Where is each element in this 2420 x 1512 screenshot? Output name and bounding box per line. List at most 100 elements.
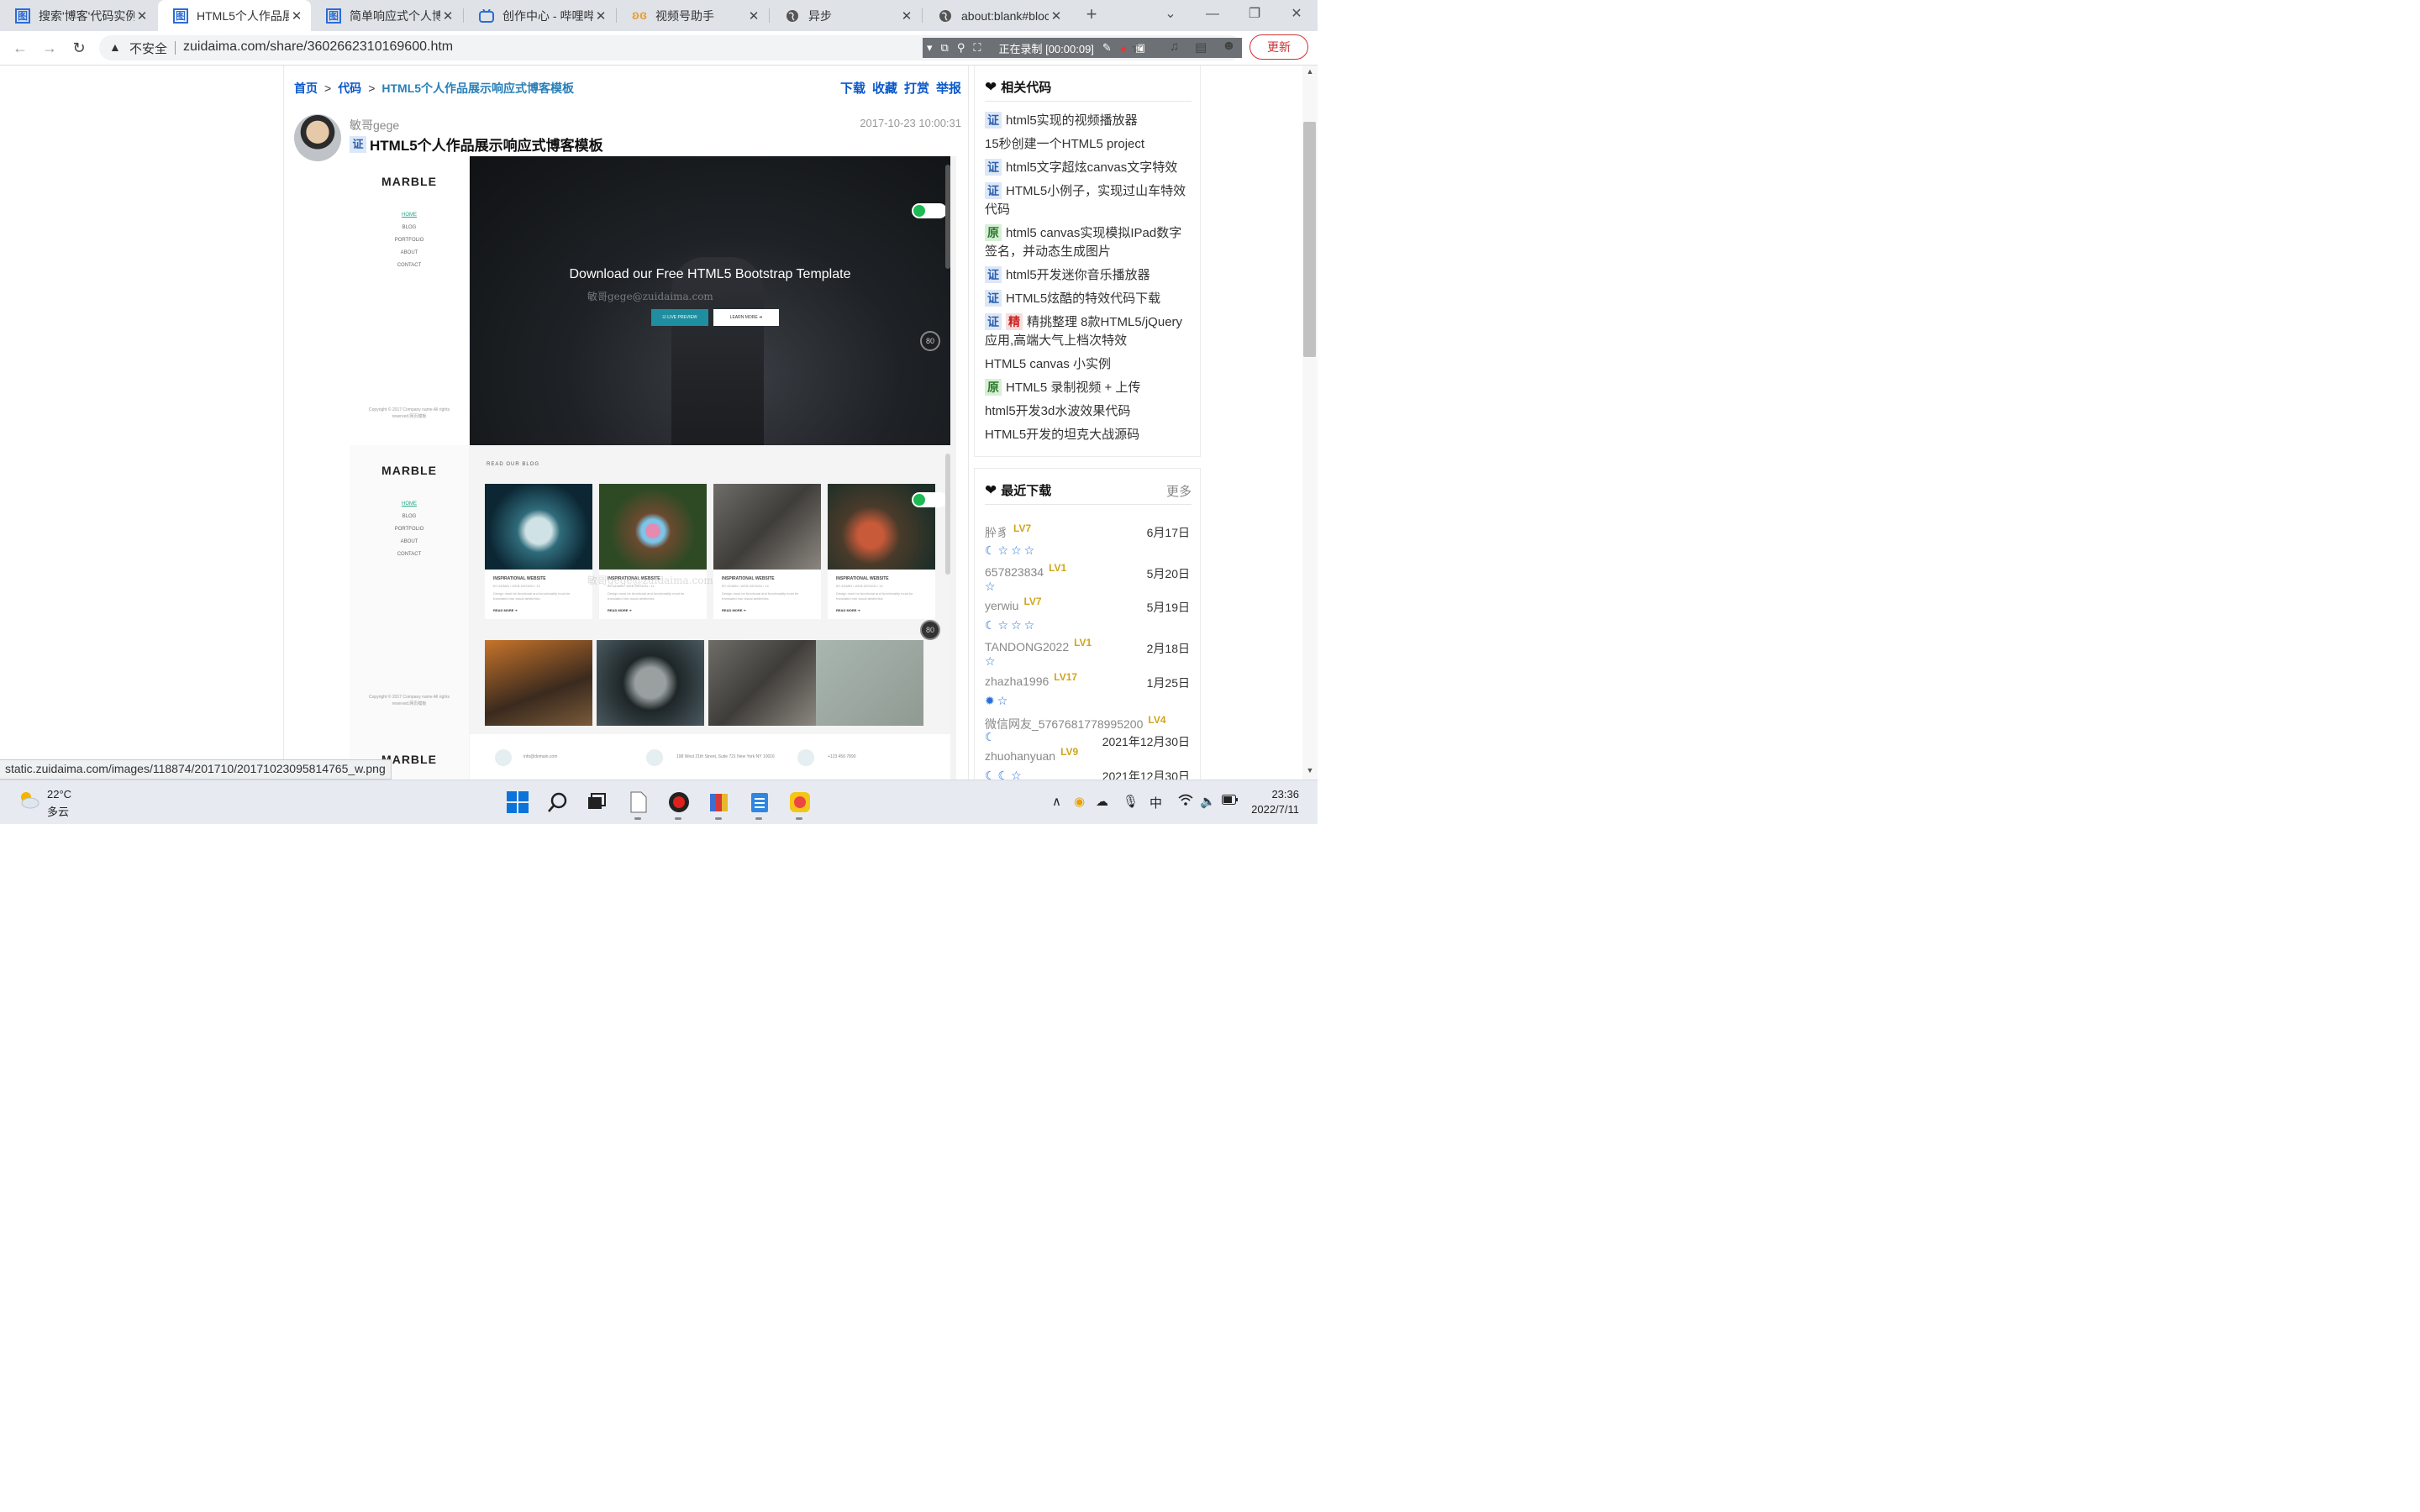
cloud-icon[interactable]: ☁ bbox=[1096, 794, 1108, 809]
related-item[interactable]: html5开发3d水波效果代码 bbox=[985, 402, 1193, 421]
related-item[interactable]: 证精精挑整理 8款HTML5/jQuery应用,高端大气上档次特效 bbox=[985, 313, 1193, 350]
scroll-up-icon[interactable]: ▲ bbox=[1302, 67, 1318, 76]
related-item-text[interactable]: html5实现的视频播放器 bbox=[1006, 113, 1138, 128]
related-item-text[interactable]: HTML5 canvas 小实例 bbox=[985, 357, 1111, 371]
weather-cloudy-icon[interactable] bbox=[17, 789, 40, 811]
related-item[interactable]: 证 html5文字超炫canvas文字特效 bbox=[985, 159, 1193, 177]
download-link[interactable]: 下载 bbox=[840, 81, 865, 96]
download-user[interactable]: 微信网友_5767681778995200 LV4 bbox=[985, 714, 1166, 732]
related-item-text[interactable]: HTML5 录制视频 + 上传 bbox=[1006, 381, 1140, 395]
tab-bilibili[interactable]: 创作中心 - 哔哩哔哩 ✕ bbox=[464, 0, 615, 31]
close-icon[interactable]: ✕ bbox=[593, 8, 608, 24]
search-icon[interactable]: ⚲ bbox=[957, 41, 965, 55]
copy-icon[interactable]: ⧉ bbox=[941, 41, 949, 55]
related-item-text[interactable]: html5开发3d水波效果代码 bbox=[985, 404, 1130, 418]
battery-icon[interactable] bbox=[1222, 794, 1239, 808]
related-item-text[interactable]: html5文字超炫canvas文字特效 bbox=[1006, 160, 1177, 175]
music-icon[interactable]: ♫ bbox=[1170, 39, 1179, 54]
close-icon[interactable]: ✕ bbox=[134, 8, 150, 24]
download-user[interactable]: zhazha1996 LV17 bbox=[985, 671, 1077, 688]
download-user[interactable]: 657823834 LV1 bbox=[985, 562, 1066, 579]
related-item[interactable]: 证 HTML5小例子，实现过山车特效代码 bbox=[985, 182, 1193, 219]
download-user[interactable]: zhuohanyuan LV9 bbox=[985, 746, 1078, 763]
minimize-icon[interactable]: — bbox=[1192, 0, 1234, 31]
related-item-text[interactable]: 15秒创建一个HTML5 project bbox=[985, 137, 1144, 151]
notepad-icon[interactable] bbox=[746, 789, 773, 816]
related-item[interactable]: 15秒创建一个HTML5 project bbox=[985, 135, 1193, 154]
related-item-text[interactable]: HTML5炫酷的特效代码下载 bbox=[1006, 291, 1160, 306]
tab-about-blank[interactable]: about:blank#bloc ✕ bbox=[923, 0, 1071, 31]
chevron-down-icon[interactable]: ⌄ bbox=[1150, 0, 1192, 31]
task-view-icon[interactable] bbox=[583, 789, 610, 816]
page-scrollbar-thumb[interactable] bbox=[1303, 122, 1316, 357]
download-user-name[interactable]: 肸豸 bbox=[985, 526, 1008, 539]
record-app-icon[interactable] bbox=[666, 789, 692, 816]
dropdown-icon[interactable]: ▾ bbox=[927, 41, 933, 55]
input-method-indicator[interactable]: 中 bbox=[1150, 794, 1162, 811]
wifi-icon[interactable] bbox=[1178, 794, 1193, 809]
update-button[interactable]: 更新 bbox=[1249, 34, 1308, 60]
url-text[interactable]: zuidaima.com/share/3602662310169600.htm bbox=[183, 39, 453, 55]
reload-icon[interactable]: ↻ bbox=[69, 38, 89, 58]
back-arrow-icon[interactable]: ← bbox=[10, 38, 30, 58]
windows-start-icon[interactable] bbox=[504, 789, 531, 816]
download-user-name[interactable]: 657823834 bbox=[985, 565, 1044, 579]
download-user-name[interactable]: 微信网友_5767681778995200 bbox=[985, 717, 1143, 731]
more-link[interactable]: 更多 bbox=[1166, 482, 1192, 500]
download-user[interactable]: 肸豸 LV7 bbox=[985, 522, 1031, 541]
file-icon[interactable] bbox=[625, 789, 652, 816]
restore-icon[interactable]: ❐ bbox=[1234, 0, 1276, 31]
tab-video-assistant[interactable]: ʚɞ 视频号助手 ✕ bbox=[617, 0, 768, 31]
scroll-down-icon[interactable]: ▼ bbox=[1302, 766, 1318, 774]
tray-app-icon[interactable]: ◉ bbox=[1074, 794, 1085, 809]
related-item[interactable]: 原 HTML5 录制视频 + 上传 bbox=[985, 379, 1193, 397]
omnibox[interactable]: ▲ 不安全 zuidaima.com/share/360266231016960… bbox=[99, 35, 1242, 60]
close-icon[interactable]: ✕ bbox=[899, 8, 914, 24]
close-icon[interactable]: ✕ bbox=[440, 8, 455, 24]
tab-responsive-blog[interactable]: 图 简单响应式个人博客 ✕ bbox=[311, 0, 462, 31]
related-item-text[interactable]: html5 canvas实现模拟IPad数字签名，并动态生成图片 bbox=[985, 226, 1181, 259]
pen-icon[interactable]: ✎ bbox=[1102, 41, 1112, 55]
search-icon[interactable] bbox=[544, 789, 571, 816]
reward-link[interactable]: 打赏 bbox=[904, 81, 929, 96]
author-name[interactable]: 敏哥gege bbox=[350, 117, 399, 134]
related-item[interactable]: 证 html5实现的视频播放器 bbox=[985, 112, 1193, 130]
tab-search-blog[interactable]: 图 搜索'博客'代码实例 ✕ bbox=[0, 0, 156, 31]
chevron-up-icon[interactable]: ∧ bbox=[1052, 794, 1061, 809]
download-user[interactable]: TANDONG2022 LV1 bbox=[985, 637, 1092, 654]
download-user-name[interactable]: TANDONG2022 bbox=[985, 640, 1069, 654]
archive-app-icon[interactable] bbox=[706, 789, 733, 816]
download-user-name[interactable]: zhazha1996 bbox=[985, 675, 1049, 688]
security-label[interactable]: 不安全 bbox=[129, 39, 167, 57]
related-item[interactable]: 证 html5开发迷你音乐播放器 bbox=[985, 266, 1193, 285]
related-item-text[interactable]: html5开发迷你音乐播放器 bbox=[1006, 268, 1150, 282]
download-user[interactable]: yerwiu LV7 bbox=[985, 596, 1042, 612]
weather-condition[interactable]: 多云 bbox=[47, 803, 69, 819]
related-item[interactable]: 证 HTML5炫酷的特效代码下载 bbox=[985, 290, 1193, 308]
related-item[interactable]: 原 html5 canvas实现模拟IPad数字签名，并动态生成图片 bbox=[985, 224, 1193, 261]
record-dot-icon[interactable]: ● bbox=[1120, 42, 1127, 55]
download-user-name[interactable]: zhuohanyuan bbox=[985, 749, 1055, 763]
volume-icon[interactable]: 🔈 bbox=[1200, 794, 1216, 809]
close-icon[interactable]: ✕ bbox=[746, 8, 761, 24]
tab-html5-portfolio[interactable]: 图 HTML5个人作品展 ✕ bbox=[158, 0, 311, 31]
breadcrumb-code[interactable]: 代码 bbox=[338, 81, 361, 95]
close-icon[interactable]: ✕ bbox=[289, 8, 304, 24]
close-window-icon[interactable]: ✕ bbox=[1276, 0, 1318, 31]
related-item-text[interactable]: HTML5开发的坦克大战源码 bbox=[985, 428, 1139, 442]
avatar[interactable] bbox=[294, 114, 341, 161]
favorite-link[interactable]: 收藏 bbox=[872, 81, 897, 96]
forward-arrow-icon[interactable]: → bbox=[39, 38, 60, 58]
report-link[interactable]: 举报 bbox=[936, 81, 961, 96]
template-preview-image[interactable]: MARBLE HOME BLOG PORTFOLIO ABOUT CONTACT… bbox=[350, 156, 956, 780]
related-item[interactable]: HTML5 canvas 小实例 bbox=[985, 355, 1193, 374]
breadcrumb-current[interactable]: HTML5个人作品展示响应式博客模板 bbox=[381, 81, 574, 95]
weather-temperature[interactable]: 22°C bbox=[47, 788, 71, 801]
download-user-name[interactable]: yerwiu bbox=[985, 599, 1018, 612]
profile-icon[interactable]: ☻ bbox=[1222, 39, 1236, 54]
related-item[interactable]: HTML5开发的坦克大战源码 bbox=[985, 426, 1193, 444]
system-clock[interactable]: 23:36 2022/7/11 bbox=[1251, 787, 1299, 817]
reading-mode-icon[interactable]: ▤ bbox=[1195, 39, 1207, 55]
related-item-text[interactable]: HTML5小例子，实现过山车特效代码 bbox=[985, 184, 1186, 217]
new-tab-plus-icon[interactable]: + bbox=[1071, 0, 1113, 31]
